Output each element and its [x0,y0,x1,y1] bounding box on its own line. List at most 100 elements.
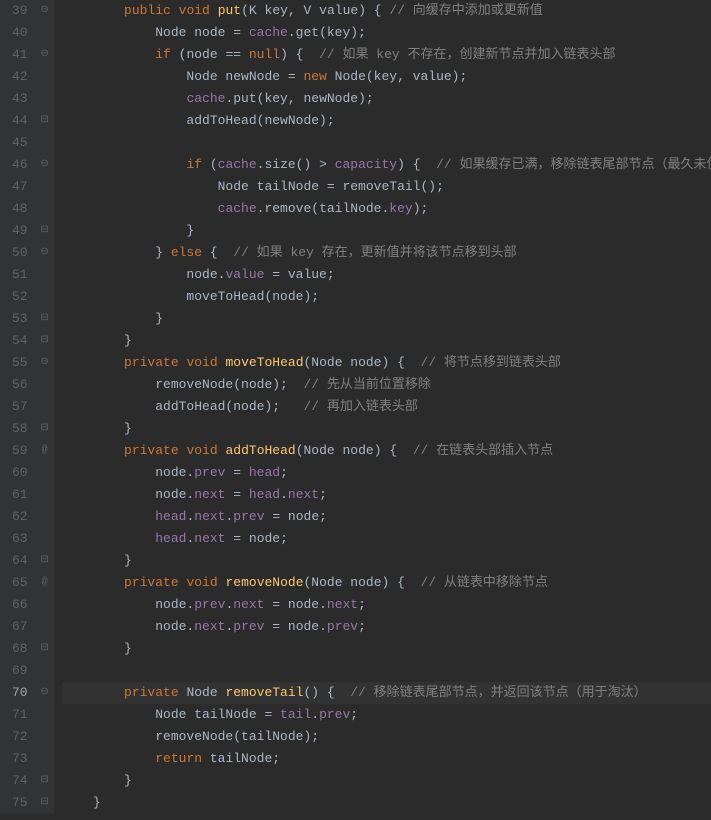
line-number[interactable]: 65 [12,572,28,594]
code-line[interactable]: head.next = node; [62,528,711,550]
code-line[interactable] [62,660,711,682]
code-line[interactable]: node.next = head.next; [62,484,711,506]
code-line[interactable]: } [62,330,711,352]
fold-toggle-icon[interactable]: ⊟ [38,554,52,568]
code-line[interactable]: node.prev = head; [62,462,711,484]
line-number[interactable]: 72 [12,726,28,748]
line-number[interactable]: 43 [12,88,28,110]
line-number[interactable]: 42 [12,66,28,88]
code-line[interactable]: } [62,308,711,330]
fold-toggle-icon[interactable]: ⊟ [38,642,52,656]
line-number[interactable]: 49 [12,220,28,242]
code-line[interactable]: if (cache.size() > capacity) { // 如果缓存已满… [62,154,711,176]
code-line[interactable]: addToHead(node); // 再加入链表头部 [62,396,711,418]
code-line[interactable]: } else { // 如果 key 存在，更新值并将该节点移到头部 [62,242,711,264]
line-number[interactable]: 56 [12,374,28,396]
line-number[interactable]: 55 [12,352,28,374]
code-line[interactable]: } [62,638,711,660]
line-number[interactable]: 44 [12,110,28,132]
code-line[interactable]: Node node = cache.get(key); [62,22,711,44]
fold-toggle-icon[interactable]: ⊖ [38,356,52,370]
code-line[interactable]: cache.put(key, newNode); [62,88,711,110]
token-plain: (Node node) { [304,575,421,590]
code-line[interactable]: } [62,550,711,572]
code-line[interactable]: Node tailNode = tail.prev; [62,704,711,726]
fold-toggle-icon[interactable]: ⊟ [38,334,52,348]
line-number[interactable]: 40 [12,22,28,44]
line-number[interactable]: 75 [12,792,28,814]
line-number[interactable]: 47 [12,176,28,198]
code-line[interactable]: removeNode(tailNode); [62,726,711,748]
fold-toggle-icon[interactable]: @ [38,576,52,590]
line-number[interactable]: 71 [12,704,28,726]
line-number[interactable]: 50 [12,242,28,264]
fold-toggle-icon[interactable]: ⊖ [38,158,52,172]
line-number[interactable]: 62 [12,506,28,528]
fold-toggle-icon[interactable]: ⊖ [38,4,52,18]
line-number[interactable]: 53 [12,308,28,330]
line-number[interactable]: 51 [12,264,28,286]
code-line[interactable]: return tailNode; [62,748,711,770]
line-number[interactable]: 57 [12,396,28,418]
line-number[interactable]: 52 [12,286,28,308]
line-number[interactable]: 61 [12,484,28,506]
fold-toggle-icon[interactable]: @ [38,444,52,458]
line-number[interactable]: 54 [12,330,28,352]
fold-toggle-icon[interactable]: ⊟ [38,114,52,128]
token-comment: // 在链表头部插入节点 [413,443,553,458]
code-line[interactable] [62,132,711,154]
code-line[interactable]: node.next.prev = node.prev; [62,616,711,638]
code-line[interactable]: removeNode(node); // 先从当前位置移除 [62,374,711,396]
code-line[interactable]: node.prev.next = node.next; [62,594,711,616]
fold-toggle-icon[interactable]: ⊖ [38,246,52,260]
code-line[interactable]: private void removeNode(Node node) { // … [62,572,711,594]
fold-toggle-icon[interactable]: ⊟ [38,774,52,788]
line-number[interactable]: 63 [12,528,28,550]
code-line[interactable]: head.next.prev = node; [62,506,711,528]
line-number[interactable]: 46 [12,154,28,176]
code-line[interactable]: } [62,792,711,814]
line-number[interactable]: 45 [12,132,28,154]
token-plain: = [225,487,248,502]
line-number[interactable]: 74 [12,770,28,792]
fold-toggle-icon[interactable]: ⊖ [38,48,52,62]
fold-toggle-icon[interactable]: ⊖ [38,686,52,700]
fold-toggle-icon[interactable]: ⊟ [38,312,52,326]
code-line[interactable]: node.value = value; [62,264,711,286]
code-line[interactable]: } [62,220,711,242]
code-line[interactable]: } [62,770,711,792]
code-line[interactable]: if (node == null) { // 如果 key 不存在，创建新节点并… [62,44,711,66]
code-line[interactable]: private void addToHead(Node node) { // 在… [62,440,711,462]
line-number[interactable]: 39 [12,0,28,22]
line-number[interactable]: 41 [12,44,28,66]
line-number[interactable]: 64 [12,550,28,572]
fold-toggle-icon[interactable]: ⊟ [38,224,52,238]
code-line[interactable]: public void put(K key, V value) { // 向缓存… [62,0,711,22]
code-line[interactable]: private void moveToHead(Node node) { // … [62,352,711,374]
code-line[interactable]: addToHead(newNode); [62,110,711,132]
code-line[interactable]: cache.remove(tailNode.key); [62,198,711,220]
token-plain: tailNode; [202,751,280,766]
fold-toggle-icon[interactable]: ⊟ [38,422,52,436]
line-number[interactable]: 69 [12,660,28,682]
code-line[interactable]: Node tailNode = removeTail(); [62,176,711,198]
code-line[interactable]: private Node removeTail() { // 移除链表尾部节点，… [62,682,711,704]
code-line[interactable]: moveToHead(node); [62,286,711,308]
line-number[interactable]: 68 [12,638,28,660]
line-number[interactable]: 67 [12,616,28,638]
token-plain: addToHead(newNode); [62,113,335,128]
token-plain: , [288,3,304,18]
token-methodDecl: put [218,3,241,18]
line-number[interactable]: 58 [12,418,28,440]
line-number[interactable]: 66 [12,594,28,616]
code-line[interactable]: Node newNode = new Node(key, value); [62,66,711,88]
fold-toggle-icon[interactable]: ⊟ [38,796,52,810]
token-plain [62,91,187,106]
line-number[interactable]: 70 [12,682,28,704]
line-number[interactable]: 73 [12,748,28,770]
code-line[interactable]: } [62,418,711,440]
code-area[interactable]: public void put(K key, V value) { // 向缓存… [54,0,711,814]
line-number[interactable]: 59 [12,440,28,462]
line-number[interactable]: 60 [12,462,28,484]
line-number[interactable]: 48 [12,198,28,220]
